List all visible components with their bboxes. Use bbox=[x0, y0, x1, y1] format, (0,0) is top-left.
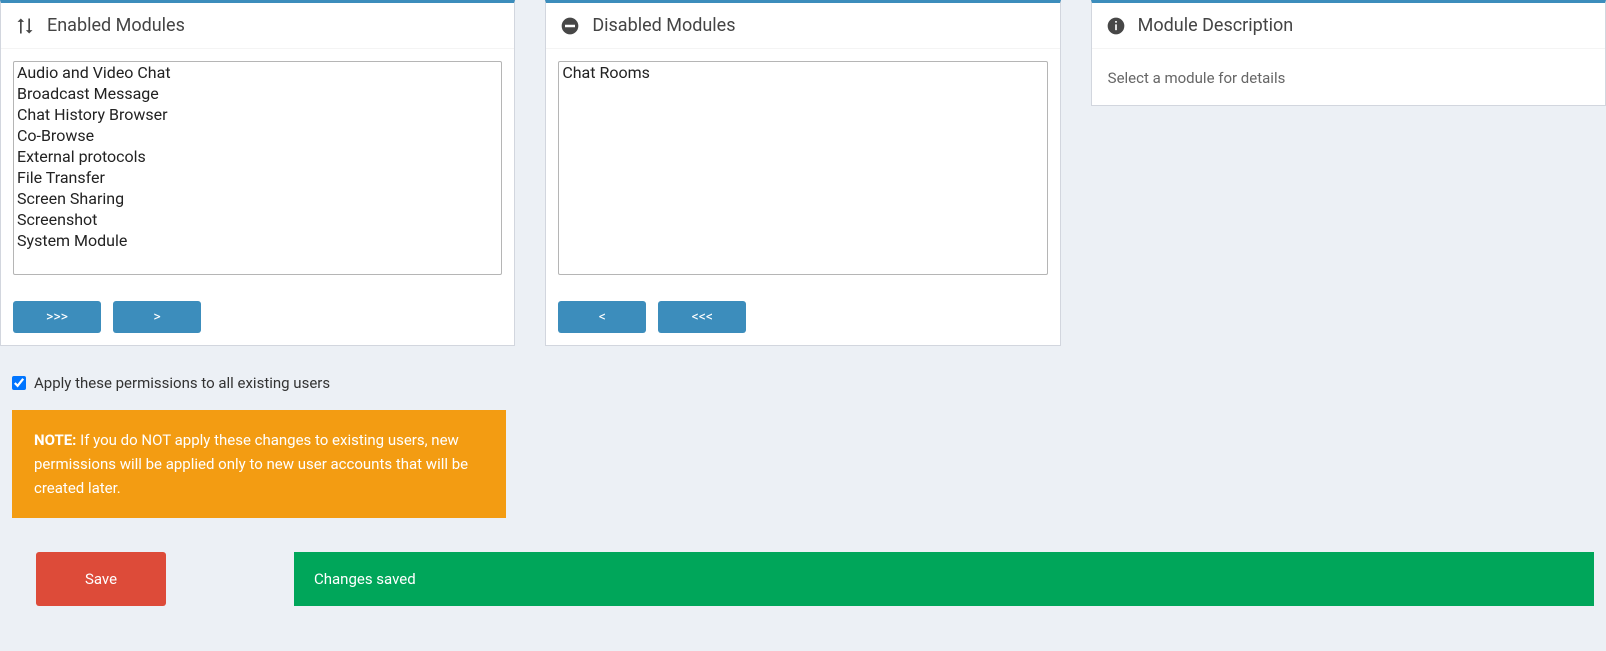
panel-disabled-modules: Disabled Modules Chat Rooms < <<< bbox=[545, 0, 1060, 346]
minus-circle-icon bbox=[560, 16, 580, 36]
disabled-modules-title: Disabled Modules bbox=[592, 15, 735, 36]
save-button[interactable]: Save bbox=[36, 552, 166, 606]
changes-saved-alert: Changes saved bbox=[294, 552, 1594, 606]
disabled-modules-listbox[interactable]: Chat Rooms bbox=[558, 61, 1047, 275]
move-left-button[interactable]: < bbox=[558, 301, 646, 333]
list-item[interactable]: File Transfer bbox=[14, 167, 501, 188]
module-description-placeholder: Select a module for details bbox=[1108, 63, 1589, 89]
sort-icon bbox=[15, 16, 35, 36]
list-item[interactable]: Broadcast Message bbox=[14, 83, 501, 104]
note-prefix: NOTE: bbox=[34, 431, 76, 449]
list-item[interactable]: System Module bbox=[14, 230, 501, 251]
move-all-right-button[interactable]: >>> bbox=[13, 301, 101, 333]
note-box: NOTE: If you do NOT apply these changes … bbox=[12, 410, 506, 518]
info-circle-icon bbox=[1106, 16, 1126, 36]
list-item[interactable]: Chat History Browser bbox=[14, 104, 501, 125]
apply-permissions-checkbox[interactable] bbox=[12, 376, 26, 390]
panel-enabled-modules: Enabled Modules Audio and Video ChatBroa… bbox=[0, 0, 515, 346]
panel-module-description: Module Description Select a module for d… bbox=[1091, 0, 1606, 106]
list-item[interactable]: Screen Sharing bbox=[14, 188, 501, 209]
module-description-title: Module Description bbox=[1138, 15, 1294, 36]
list-item[interactable]: Co-Browse bbox=[14, 125, 501, 146]
enabled-modules-listbox[interactable]: Audio and Video ChatBroadcast MessageCha… bbox=[13, 61, 502, 275]
note-text: If you do NOT apply these changes to exi… bbox=[34, 431, 468, 497]
list-item[interactable]: Chat Rooms bbox=[559, 62, 1046, 83]
move-all-left-button[interactable]: <<< bbox=[658, 301, 746, 333]
move-right-button[interactable]: > bbox=[113, 301, 201, 333]
enabled-modules-title: Enabled Modules bbox=[47, 15, 185, 36]
list-item[interactable]: Screenshot bbox=[14, 209, 501, 230]
apply-permissions-label[interactable]: Apply these permissions to all existing … bbox=[34, 374, 330, 392]
list-item[interactable]: Audio and Video Chat bbox=[14, 62, 501, 83]
list-item[interactable]: External protocols bbox=[14, 146, 501, 167]
